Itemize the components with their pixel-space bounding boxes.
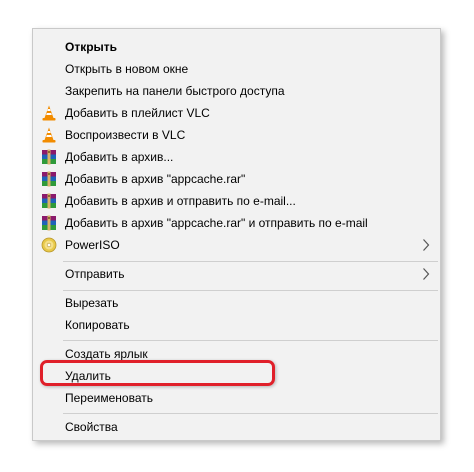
menu-separator	[63, 340, 438, 341]
menu-item-label: Воспроизвести в VLC	[65, 128, 186, 142]
menu-item-vlc-play[interactable]: Воспроизвести в VLC	[33, 124, 440, 146]
poweriso-disc-icon	[41, 237, 57, 253]
menu-item-pin-quick-access[interactable]: Закрепить на панели быстрого доступа	[33, 80, 440, 102]
menu-separator	[63, 413, 438, 414]
menu-item-label: Отправить	[65, 267, 125, 281]
menu-item-open-new-window[interactable]: Открыть в новом окне	[33, 58, 440, 80]
menu-item-label: Переименовать	[65, 391, 153, 405]
menu-item-label: Открыть	[65, 40, 118, 54]
menu-item-label: Добавить в архив...	[65, 150, 174, 164]
menu-item-label: Создать ярлык	[65, 347, 148, 361]
winrar-archive-icon	[41, 149, 57, 165]
menu-item-label: Добавить в архив "appcache.rar"	[65, 172, 246, 186]
submenu-arrow-icon	[422, 267, 430, 281]
menu-item-create-shortcut[interactable]: Создать ярлык	[33, 343, 440, 365]
menu-item-label: Копировать	[65, 318, 130, 332]
menu-item-winrar-add-named[interactable]: Добавить в архив "appcache.rar"	[33, 168, 440, 190]
menu-item-label: Свойства	[65, 420, 118, 434]
vlc-cone-icon	[41, 105, 57, 121]
winrar-archive-icon	[41, 193, 57, 209]
winrar-archive-icon	[41, 215, 57, 231]
screenshot-canvas: Открыть Открыть в новом окне Закрепить н…	[0, 0, 474, 472]
menu-item-properties[interactable]: Свойства	[33, 416, 440, 438]
menu-item-label: Закрепить на панели быстрого доступа	[65, 84, 285, 98]
menu-item-winrar-add-named-email[interactable]: Добавить в архив "appcache.rar" и отправ…	[33, 212, 440, 234]
menu-item-winrar-add[interactable]: Добавить в архив...	[33, 146, 440, 168]
menu-item-copy[interactable]: Копировать	[33, 314, 440, 336]
menu-item-poweriso[interactable]: PowerISO	[33, 234, 440, 256]
menu-item-label: PowerISO	[65, 238, 120, 252]
menu-item-label: Вырезать	[65, 296, 119, 310]
menu-item-delete[interactable]: Удалить	[33, 365, 440, 387]
menu-item-label: Добавить в плейлист VLC	[65, 106, 210, 120]
winrar-archive-icon	[41, 171, 57, 187]
menu-item-label: Добавить в архив и отправить по e-mail..…	[65, 194, 296, 208]
menu-item-open[interactable]: Открыть	[33, 36, 440, 58]
menu-item-rename[interactable]: Переименовать	[33, 387, 440, 409]
menu-item-label: Удалить	[65, 369, 111, 383]
menu-item-cut[interactable]: Вырезать	[33, 292, 440, 314]
menu-separator	[63, 261, 438, 262]
menu-item-label: Добавить в архив "appcache.rar" и отправ…	[65, 216, 368, 230]
context-menu: Открыть Открыть в новом окне Закрепить н…	[32, 28, 441, 441]
vlc-cone-icon	[41, 127, 57, 143]
menu-item-vlc-add-playlist[interactable]: Добавить в плейлист VLC	[33, 102, 440, 124]
menu-item-send-to[interactable]: Отправить	[33, 263, 440, 285]
menu-item-winrar-add-email[interactable]: Добавить в архив и отправить по e-mail..…	[33, 190, 440, 212]
menu-item-label: Открыть в новом окне	[65, 62, 189, 76]
submenu-arrow-icon	[422, 238, 430, 252]
menu-separator	[63, 290, 438, 291]
